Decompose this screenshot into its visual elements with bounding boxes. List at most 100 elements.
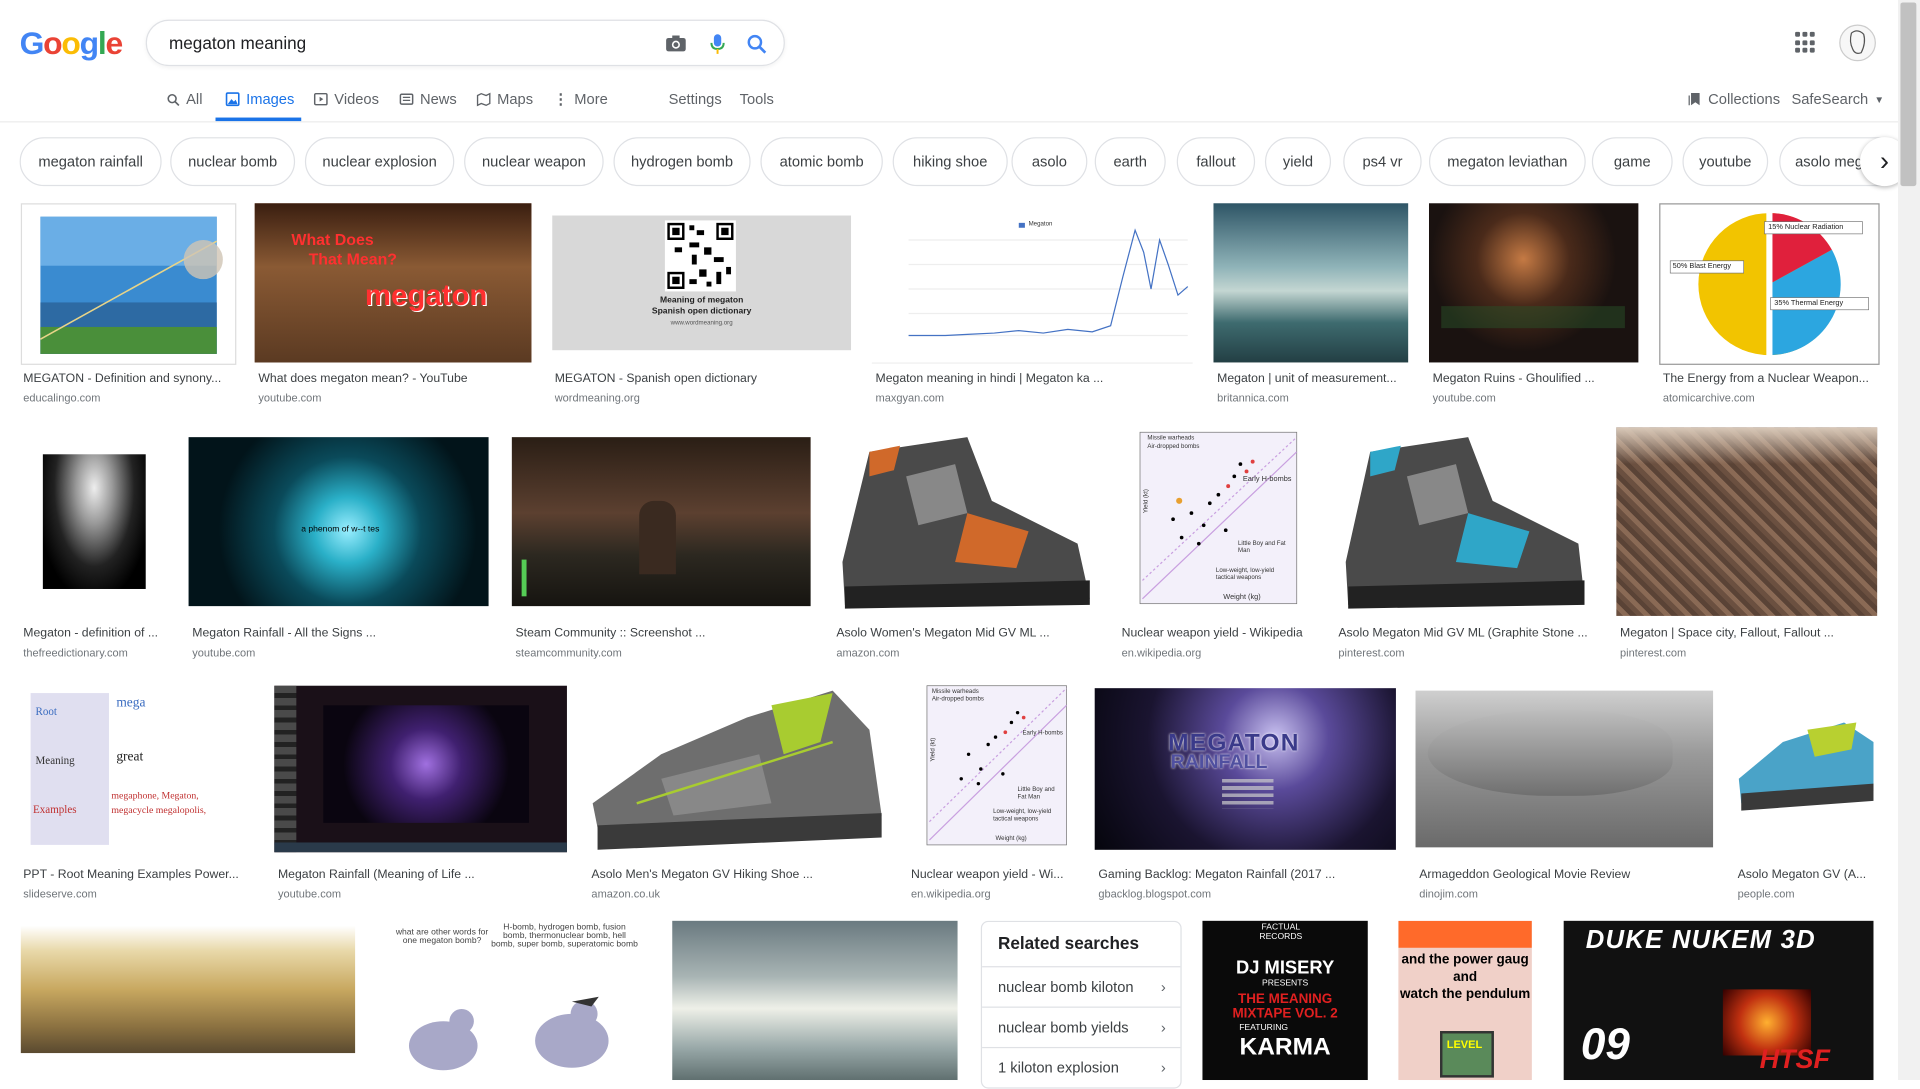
related-search-item[interactable]: nuclear bomb kiloton › xyxy=(982,966,1181,1006)
result-title[interactable]: Megaton Rainfall (Meaning of Life ... xyxy=(278,868,567,881)
result-thumbnail[interactable]: and the power gaug and watch the pendulu… xyxy=(1398,920,1532,1081)
chip[interactable]: megaton rainfall xyxy=(19,137,162,187)
collections-link[interactable]: Collections xyxy=(1687,91,1780,108)
tab-more[interactable]: ⋮ More xyxy=(553,91,607,108)
result-thumbnail[interactable]: Meaning of megaton Spanish open dictiona… xyxy=(552,215,852,351)
result-title[interactable]: Asolo Men's Megaton GV Hiking Shoe ... xyxy=(591,868,885,881)
result-thumbnail[interactable] xyxy=(1415,690,1714,848)
result-title[interactable]: Megaton meaning in hindi | Megaton ka ..… xyxy=(876,372,1189,385)
tab-all[interactable]: All xyxy=(167,90,203,108)
result-title[interactable]: PPT - Root Meaning Examples Power... xyxy=(23,868,251,881)
result-thumbnail[interactable] xyxy=(20,925,356,1054)
tab-news[interactable]: News xyxy=(399,91,457,108)
chip[interactable]: earth xyxy=(1094,137,1166,187)
thumbnail-text: Low-weight, low-yield tactical weapons xyxy=(993,808,1052,823)
result-thumbnail[interactable] xyxy=(20,427,168,616)
result-title[interactable]: Megaton - definition of ... xyxy=(23,627,165,640)
microphone-icon[interactable] xyxy=(705,32,729,56)
chip[interactable]: youtube xyxy=(1682,137,1769,187)
result-thumbnail[interactable]: DUKE NUKEM 3D 09 HTSF xyxy=(1563,920,1874,1081)
chip[interactable]: hiking shoe xyxy=(892,137,1008,187)
result-source: maxgyan.com xyxy=(875,391,945,405)
thumbnail-text: Weight (kg) xyxy=(995,835,1027,843)
result-title[interactable]: Megaton | unit of measurement... xyxy=(1217,372,1407,385)
chip[interactable]: atomic bomb xyxy=(760,137,883,187)
result-title[interactable]: Megaton Rainfall - All the Signs ... xyxy=(192,627,486,640)
chip[interactable]: game xyxy=(1591,137,1673,187)
result-thumbnail[interactable] xyxy=(1616,427,1878,616)
safesearch-label: SafeSearch xyxy=(1791,90,1869,108)
result-thumbnail[interactable] xyxy=(672,920,958,1081)
result-source: amazon.co.uk xyxy=(591,887,661,901)
result-thumbnail[interactable]: Missile warheads Air-dropped bombs Early… xyxy=(907,680,1074,858)
thumbnail-text: Little Boy and Fat Man xyxy=(1237,540,1286,555)
result-thumbnail[interactable] xyxy=(511,437,811,607)
result-title[interactable]: MEGATON - Definition and synony... xyxy=(23,372,231,385)
tools-link[interactable]: Tools xyxy=(740,91,774,108)
result-thumbnail[interactable] xyxy=(1213,203,1409,363)
chip[interactable]: nuclear weapon xyxy=(464,137,604,187)
result-thumbnail[interactable]: What Does That Mean? megaton xyxy=(254,203,532,363)
result-title[interactable]: Asolo Megaton GV (A... xyxy=(1738,868,1878,881)
result-title[interactable]: Gaming Backlog: Megaton Rainfall (2017 .… xyxy=(1098,868,1397,881)
result-title[interactable]: Asolo Women's Megaton Mid GV ML ... xyxy=(836,627,1096,640)
result-source: steamcommunity.com xyxy=(515,646,622,659)
result-title[interactable]: What does megaton mean? - YouTube xyxy=(258,372,530,385)
chip[interactable]: megaton leviathan xyxy=(1428,137,1586,187)
search-input[interactable] xyxy=(166,28,637,58)
result-title[interactable]: Megaton Ruins - Ghoulified ... xyxy=(1433,372,1636,385)
result-title[interactable]: The Energy from a Nuclear Weapon... xyxy=(1663,372,1874,385)
result-source: youtube.com xyxy=(192,646,256,659)
chip[interactable]: nuclear bomb xyxy=(170,137,296,187)
chip[interactable]: ps4 vr xyxy=(1343,137,1422,187)
thumbnail-text: Meaning of megaton xyxy=(659,296,744,305)
chip[interactable]: nuclear explosion xyxy=(304,137,455,187)
related-search-item[interactable]: 1 kiloton explosion › xyxy=(982,1046,1181,1087)
result-thumbnail[interactable] xyxy=(20,203,237,365)
account-avatar[interactable] xyxy=(1839,24,1876,62)
result-thumbnail[interactable]: FACTUAL RECORDS DJ MISERY PRESENTS THE M… xyxy=(1202,920,1368,1081)
result-title[interactable]: Megaton | Space city, Fallout, Fallout .… xyxy=(1620,627,1875,640)
result-title[interactable]: Nuclear weapon yield - Wi... xyxy=(911,868,1073,881)
result-title[interactable]: Asolo Megaton Mid GV ML (Graphite Stone … xyxy=(1338,627,1593,640)
result-thumbnail[interactable] xyxy=(832,427,1098,616)
safesearch-dropdown[interactable]: SafeSearch ▼ xyxy=(1791,91,1884,108)
result-thumbnail[interactable]: Root mega Meaning great Examples megapho… xyxy=(20,680,254,858)
tab-videos[interactable]: Videos xyxy=(313,91,379,108)
search-icon[interactable] xyxy=(744,32,768,56)
chip[interactable]: hydrogen bomb xyxy=(613,137,751,187)
apps-grid-icon[interactable] xyxy=(1795,31,1817,54)
thumbnail-text: great xyxy=(116,749,144,765)
result-title[interactable]: MEGATON - Spanish open dictionary xyxy=(555,372,851,385)
news-icon xyxy=(399,93,414,105)
result-source: britannica.com xyxy=(1217,391,1289,405)
tab-news-label: News xyxy=(420,90,457,108)
tab-maps[interactable]: Maps xyxy=(476,91,533,108)
result-title[interactable]: Armageddon Geological Movie Review xyxy=(1419,868,1713,881)
chip[interactable]: fallout xyxy=(1176,137,1256,187)
result-thumbnail[interactable] xyxy=(587,680,887,858)
google-logo[interactable]: Google xyxy=(20,24,124,62)
tab-maps-label: Maps xyxy=(497,90,534,108)
tab-all-label: All xyxy=(186,90,203,108)
result-thumbnail[interactable] xyxy=(1733,680,1878,858)
result-thumbnail[interactable]: 15% Nuclear Radiation 50% Blast Energy 3… xyxy=(1659,203,1880,365)
settings-link[interactable]: Settings xyxy=(669,91,722,108)
result-thumbnail[interactable]: Missile warheads Air-dropped bombs Early… xyxy=(1117,427,1312,616)
result-thumbnail[interactable]: a phenom of w--t tes xyxy=(188,437,489,607)
result-title[interactable]: Steam Community :: Screenshot ... xyxy=(516,627,810,640)
scrollbar-thumb[interactable] xyxy=(1900,2,1917,187)
result-thumbnail[interactable]: MEGATON RAINFALL xyxy=(1094,688,1396,850)
tab-images[interactable]: Images xyxy=(225,91,294,108)
result-thumbnail[interactable]: Megaton xyxy=(871,203,1193,364)
result-thumbnail[interactable] xyxy=(1333,427,1596,616)
result-thumbnail[interactable]: what are other words for one megaton bom… xyxy=(375,920,649,1081)
result-title[interactable]: Nuclear weapon yield - Wikipedia xyxy=(1122,627,1311,640)
thumbnail-text: Yield (kt) xyxy=(1142,489,1150,514)
related-search-item[interactable]: nuclear bomb yields › xyxy=(982,1006,1181,1047)
chip[interactable]: yield xyxy=(1264,137,1332,187)
camera-icon[interactable] xyxy=(664,32,688,56)
chip[interactable]: asolo xyxy=(1011,137,1088,187)
result-thumbnail[interactable] xyxy=(1428,203,1639,363)
result-thumbnail[interactable] xyxy=(274,685,567,853)
